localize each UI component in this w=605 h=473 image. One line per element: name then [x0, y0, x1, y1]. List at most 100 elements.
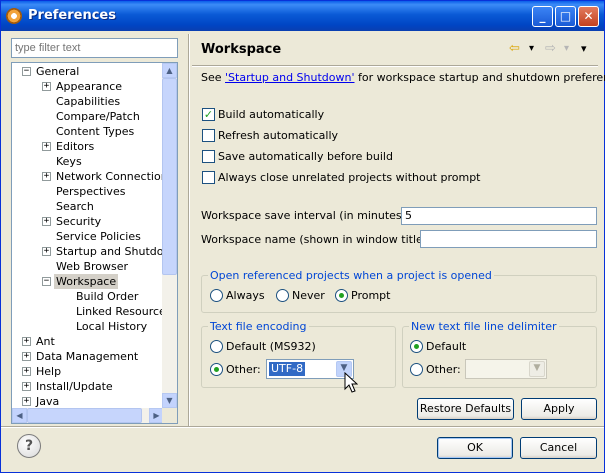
- tree-item[interactable]: Compare/Patch: [12, 109, 164, 124]
- tree-rows: − General + Appearance Capabilities Compare/P…: [12, 64, 164, 409]
- tree-item[interactable]: + Security: [12, 214, 164, 229]
- collapse-icon[interactable]: −: [42, 277, 51, 286]
- radio-dot[interactable]: [335, 289, 348, 302]
- cancel-button[interactable]: Cancel: [520, 437, 597, 459]
- apply-button[interactable]: Apply: [521, 398, 597, 420]
- expand-icon[interactable]: +: [42, 247, 51, 256]
- radio-dot[interactable]: [210, 289, 223, 302]
- help-icon[interactable]: ?: [17, 434, 41, 458]
- tree-item[interactable]: Capabilities: [12, 94, 164, 109]
- tree-item[interactable]: + Editors: [12, 139, 164, 154]
- checkbox-box[interactable]: [202, 150, 215, 163]
- expand-icon[interactable]: +: [22, 367, 31, 376]
- mouse-cursor-icon: [344, 372, 358, 393]
- tree-item[interactable]: − General: [12, 64, 164, 79]
- tree-item-label: Build Order: [76, 290, 139, 303]
- chevron-down-icon[interactable]: ▼: [529, 361, 545, 377]
- tree-item[interactable]: Content Types: [12, 124, 164, 139]
- desc-prefix: See: [201, 71, 226, 84]
- tree-horizontal-scrollbar[interactable]: ◀ ▶: [12, 408, 164, 423]
- tree-item-label: Data Management: [36, 350, 139, 363]
- expand-icon[interactable]: +: [22, 337, 31, 346]
- minimize-icon[interactable]: _: [532, 6, 553, 27]
- tree-item[interactable]: + Startup and Shutdown: [12, 244, 164, 259]
- tree-item-label: Capabilities: [56, 95, 121, 108]
- tree-item[interactable]: + Ant: [12, 334, 164, 349]
- tree-item[interactable]: Keys: [12, 154, 164, 169]
- checkbox-box[interactable]: [202, 129, 215, 142]
- tree-item[interactable]: + Network Connections: [12, 169, 164, 184]
- workspace-name-input[interactable]: [420, 230, 597, 248]
- tree-item[interactable]: Perspectives: [12, 184, 164, 199]
- scroll-up-icon[interactable]: ▲: [162, 63, 177, 78]
- tree-item[interactable]: + Java: [12, 394, 164, 409]
- preferences-window: Preferences _ □ ✕ −General+AppearanceCap…: [0, 0, 605, 473]
- delimiter-combo-value: [468, 362, 472, 376]
- expand-icon[interactable]: +: [42, 217, 51, 226]
- save-interval-label: Workspace save interval (in minutes):: [201, 209, 410, 222]
- radio-dot[interactable]: [410, 340, 423, 353]
- preference-tree: − General + Appearance Capabilities Compare/P…: [11, 62, 178, 424]
- save-interval-input[interactable]: 5: [401, 207, 597, 225]
- tree-item[interactable]: + Data Management: [12, 349, 164, 364]
- radio-dot[interactable]: [210, 340, 223, 353]
- tree-item-label: Web Browser: [56, 260, 129, 273]
- tree-item[interactable]: + Appearance: [12, 79, 164, 94]
- vertical-scroll-thumb[interactable]: [162, 78, 177, 275]
- encoding-combo[interactable]: UTF-8 ▼: [266, 359, 354, 379]
- tree-item[interactable]: Search: [12, 199, 164, 214]
- radio-dot[interactable]: [210, 363, 223, 376]
- tree-item[interactable]: Service Policies: [12, 229, 164, 244]
- maximize-icon[interactable]: □: [555, 6, 576, 27]
- tree-item[interactable]: Build Order: [12, 289, 164, 304]
- scroll-left-icon[interactable]: ◀: [12, 408, 27, 423]
- back-arrow-icon[interactable]: ⇦: [509, 41, 520, 56]
- filter-input[interactable]: [11, 38, 178, 58]
- text-encoding-group-title: Text file encoding: [208, 320, 309, 333]
- expand-icon[interactable]: +: [22, 352, 31, 361]
- horizontal-scroll-thumb[interactable]: [27, 408, 142, 423]
- expand-icon[interactable]: +: [22, 382, 31, 391]
- scroll-down-icon[interactable]: ▼: [162, 393, 177, 408]
- view-menu-icon[interactable]: ▾: [581, 42, 587, 55]
- startup-description: See 'Startup and Shutdown' for workspace…: [201, 71, 605, 84]
- expand-icon[interactable]: +: [42, 172, 51, 181]
- checkbox-box[interactable]: [202, 171, 215, 184]
- tree-item-label: Startup and Shutdown: [56, 245, 164, 258]
- page-navigation: ⇦ ▾ ⇨ ▾ ▾: [507, 41, 597, 59]
- tree-item-label: Local History: [76, 320, 148, 333]
- checkbox-label: Build automatically: [218, 108, 325, 121]
- tree-item[interactable]: + Install/Update: [12, 379, 164, 394]
- tree-item-label: General: [36, 65, 80, 78]
- radio-dot[interactable]: [410, 363, 423, 376]
- pane-sash[interactable]: [188, 34, 190, 426]
- back-menu-icon[interactable]: ▾: [529, 43, 534, 54]
- footer-separator: [1, 426, 604, 428]
- title-separator: [192, 65, 598, 67]
- tree-item[interactable]: + Help: [12, 364, 164, 379]
- tree-item[interactable]: Web Browser: [12, 259, 164, 274]
- expand-icon[interactable]: +: [22, 397, 31, 406]
- checkbox-box[interactable]: ✓: [202, 108, 215, 121]
- radio-dot[interactable]: [276, 289, 289, 302]
- title-bar[interactable]: Preferences _ □ ✕: [1, 1, 604, 31]
- tree-item[interactable]: Local History: [12, 319, 164, 334]
- tree-item[interactable]: Linked Resources: [12, 304, 164, 319]
- expand-icon[interactable]: +: [42, 142, 51, 151]
- window-title: Preferences: [28, 8, 116, 23]
- close-icon[interactable]: ✕: [578, 6, 599, 27]
- collapse-icon[interactable]: −: [22, 67, 31, 76]
- delimiter-combo[interactable]: ▼: [465, 359, 547, 379]
- tree-item-label: Help: [36, 365, 62, 378]
- expand-icon[interactable]: +: [42, 82, 51, 91]
- forward-arrow-icon[interactable]: ⇨: [545, 41, 556, 56]
- forward-menu-icon[interactable]: ▾: [564, 43, 569, 54]
- eclipse-app-icon: [6, 8, 22, 24]
- tree-item[interactable]: − Workspace: [12, 274, 164, 289]
- tree-item-label: Service Policies: [56, 230, 141, 243]
- startup-shutdown-link[interactable]: 'Startup and Shutdown': [225, 71, 354, 84]
- tree-vertical-scrollbar[interactable]: ▲ ▼: [162, 63, 177, 408]
- page-title: Workspace: [201, 42, 282, 57]
- restore-defaults-button[interactable]: Restore Defaults: [417, 398, 514, 420]
- ok-button[interactable]: OK: [437, 437, 513, 459]
